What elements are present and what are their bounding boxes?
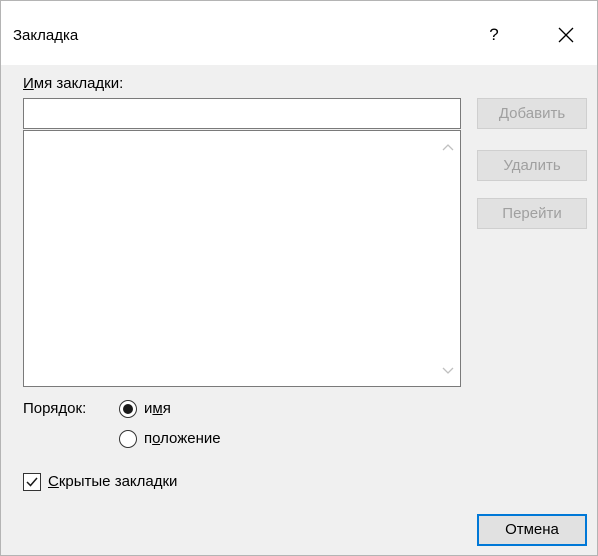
bookmark-name-label: Имя закладки: bbox=[23, 75, 123, 92]
hidden-bookmarks-accel: С bbox=[48, 473, 59, 490]
sort-order-label: Порядок: bbox=[23, 400, 87, 417]
sort-by-position-label[interactable]: положение bbox=[144, 430, 221, 447]
sort-by-name-radio[interactable] bbox=[119, 400, 137, 418]
sort-by-name-text-b: я bbox=[162, 400, 171, 417]
bookmark-name-input[interactable] bbox=[23, 98, 461, 129]
cancel-button[interactable]: Отмена bbox=[477, 514, 587, 546]
sort-by-position-text-b: ложение bbox=[160, 430, 221, 447]
sort-by-position-accel: о bbox=[152, 430, 161, 447]
scroll-down-icon[interactable] bbox=[442, 367, 454, 375]
goto-button[interactable]: Перейти bbox=[477, 198, 587, 229]
checkmark-icon bbox=[26, 477, 38, 487]
bookmark-dialog: Закладка ? Имя закладки: Добавить Удалит… bbox=[0, 0, 598, 556]
sort-by-position-text-a: п bbox=[144, 430, 153, 447]
bookmark-name-accel: И bbox=[23, 75, 34, 92]
close-button[interactable] bbox=[541, 13, 591, 57]
scroll-up-icon[interactable] bbox=[442, 143, 454, 151]
hidden-bookmarks-text: крытые закладки bbox=[58, 473, 178, 490]
hidden-bookmarks-label[interactable]: Скрытые закладки bbox=[48, 473, 177, 490]
sort-by-name-label[interactable]: имя bbox=[144, 400, 171, 417]
help-button[interactable]: ? bbox=[471, 13, 517, 57]
delete-button[interactable]: Удалить bbox=[477, 150, 587, 181]
add-button[interactable]: Добавить bbox=[477, 98, 587, 129]
close-icon bbox=[558, 27, 574, 43]
dialog-title: Закладка bbox=[13, 27, 79, 44]
sort-by-name-accel: м bbox=[152, 400, 163, 417]
sort-by-position-radio[interactable] bbox=[119, 430, 137, 448]
list-scrollbar[interactable] bbox=[436, 131, 460, 386]
bookmark-list[interactable] bbox=[23, 130, 461, 387]
radio-selected-dot bbox=[123, 404, 133, 414]
hidden-bookmarks-checkbox[interactable] bbox=[23, 473, 41, 491]
bookmark-name-label-text: мя закладки: bbox=[33, 75, 124, 92]
title-bar: Закладка ? bbox=[1, 1, 597, 65]
